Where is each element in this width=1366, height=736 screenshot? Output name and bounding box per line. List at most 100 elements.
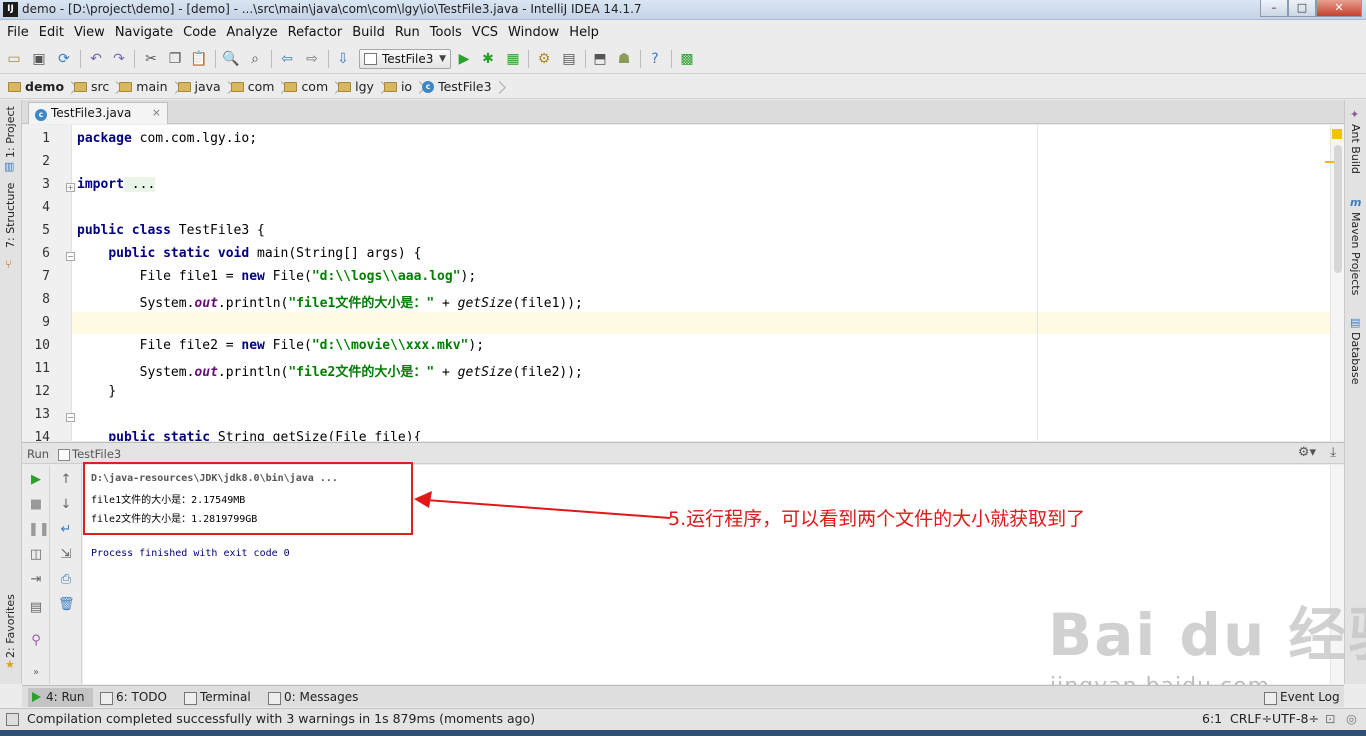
sdk-manager-icon[interactable]: ⬒ <box>591 50 609 68</box>
chevron-down-icon: ▼ <box>439 54 446 64</box>
crumb-com-2[interactable]: com <box>284 79 334 94</box>
editor-scrollbar[interactable] <box>1325 125 1344 441</box>
tool-window-structure[interactable]: 7: Structure <box>4 183 17 248</box>
run-config-select[interactable]: TestFile3 ▼ <box>359 49 451 69</box>
line-number: 5 <box>42 223 50 238</box>
crumb-main[interactable]: main <box>119 79 173 94</box>
crumb-com[interactable]: com <box>230 79 281 94</box>
rerun-icon[interactable]: ▶ <box>28 472 44 488</box>
close-tab-icon[interactable]: × <box>152 103 161 123</box>
tool-window-favorites[interactable]: 2: Favorites <box>4 594 17 658</box>
crumb-lgy[interactable]: lgy <box>338 79 380 94</box>
redo-icon[interactable]: ↷ <box>110 50 128 68</box>
back-icon[interactable]: ⇦ <box>278 50 296 68</box>
project-structure-icon[interactable]: ▤ <box>560 50 578 68</box>
line-separator[interactable]: CRLF÷ <box>1230 711 1272 726</box>
close-window-button[interactable]: ✕ <box>1316 0 1362 17</box>
structure-icon: ⑂ <box>5 258 12 271</box>
menu-tools[interactable]: Tools <box>425 25 467 40</box>
file-encoding[interactable]: UTF-8÷ <box>1272 711 1319 726</box>
crumb-testfile3[interactable]: c TestFile3 <box>422 79 498 94</box>
menu-code[interactable]: Code <box>178 25 221 40</box>
menu-window[interactable]: Window <box>503 25 564 40</box>
make-project-icon[interactable]: ⇩ <box>334 50 352 68</box>
replace-icon[interactable]: ⌕ <box>246 50 264 68</box>
crumb-java[interactable]: java <box>177 79 227 94</box>
warning-marker-icon[interactable] <box>1332 129 1342 139</box>
tool-window-ant-build[interactable]: Ant Build <box>1349 124 1362 174</box>
save-icon[interactable]: ▣ <box>30 50 48 68</box>
soft-wrap-icon[interactable]: ↵ <box>58 522 74 538</box>
tab-messages[interactable]: 0: Messages <box>266 688 358 707</box>
inspection-icon[interactable]: ◎ <box>1346 711 1357 726</box>
menu-refactor[interactable]: Refactor <box>283 25 348 40</box>
code-editor[interactable]: 1 2 3 4 5 6 7 8 9 10 11 12 13 14 15 + − … <box>22 125 1344 441</box>
run-tab-testfile3[interactable]: TestFile3 <box>56 445 127 463</box>
tab-event-log[interactable]: Event Log <box>1262 688 1340 707</box>
settings-icon[interactable]: ⚙ <box>535 50 553 68</box>
tool-window-maven-projects[interactable]: Maven Projects <box>1349 212 1362 295</box>
status-message: Compilation completed successfully with … <box>27 711 536 726</box>
fold-expand-icon[interactable]: + <box>66 183 75 192</box>
stop-icon[interactable]: ■ <box>28 497 44 513</box>
tab-testfile3-java[interactable]: c TestFile3.java × <box>28 102 168 124</box>
run-panel-header: Run TestFile3 ⚙▾ ⤓ <box>22 442 1344 464</box>
find-icon[interactable]: 🔍 <box>222 50 240 68</box>
lock-icon[interactable]: ⊡ <box>1325 711 1335 726</box>
forward-icon[interactable]: ⇨ <box>303 50 321 68</box>
menu-edit[interactable]: Edit <box>34 25 69 40</box>
open-folder-icon[interactable]: ▭ <box>5 50 23 68</box>
menu-analyze[interactable]: Analyze <box>221 25 282 40</box>
menu-help[interactable]: Help <box>564 25 604 40</box>
menu-file[interactable]: File <box>2 25 34 40</box>
sync-icon[interactable]: ⟳ <box>55 50 73 68</box>
help-icon[interactable]: ? <box>646 50 664 68</box>
tab-todo[interactable]: 6: TODO <box>98 688 167 707</box>
up-arrow-icon[interactable]: ↑ <box>58 472 74 488</box>
menu-vcs[interactable]: VCS <box>467 25 503 40</box>
more-icon[interactable]: » <box>28 665 44 681</box>
line-number: 14 <box>34 430 50 441</box>
tasks-icon[interactable]: ▩ <box>678 50 696 68</box>
clear-all-icon[interactable]: 🗑 <box>58 597 75 613</box>
maximize-button[interactable]: □ <box>1288 0 1316 17</box>
fold-collapse-icon[interactable]: − <box>66 252 75 261</box>
tool-window-project[interactable]: 1: Project <box>4 106 17 158</box>
menu-run[interactable]: Run <box>390 25 425 40</box>
crumb-demo[interactable]: demo <box>8 79 70 94</box>
cut-icon[interactable]: ✂ <box>142 50 160 68</box>
paste-icon[interactable]: 📋 <box>190 50 208 68</box>
caret-position[interactable]: 6:1 <box>1202 711 1222 726</box>
fold-collapse-icon[interactable]: − <box>66 413 75 422</box>
tool-window-database[interactable]: Database <box>1349 332 1362 385</box>
run-icon[interactable]: ▶ <box>455 50 473 68</box>
scroll-to-end-icon[interactable]: ⇲ <box>58 547 74 563</box>
folder-icon <box>177 81 191 92</box>
crumb-src[interactable]: src <box>74 79 115 94</box>
hide-panel-icon[interactable]: ⤓ <box>1330 445 1336 460</box>
android-icon[interactable]: ☗ <box>615 50 633 68</box>
pin-icon[interactable]: ⚲ <box>28 633 44 649</box>
copy-icon[interactable]: ❐ <box>166 50 184 68</box>
pause-icon[interactable]: ❚❚ <box>28 522 50 538</box>
menu-navigate[interactable]: Navigate <box>110 25 178 40</box>
debug-icon[interactable]: ✱ <box>479 50 497 68</box>
tab-terminal[interactable]: Terminal <box>182 688 251 707</box>
tool-windows-toggle-icon[interactable] <box>6 713 19 726</box>
scrollbar-thumb[interactable] <box>1334 145 1342 273</box>
folder-icon <box>284 81 298 92</box>
gear-icon[interactable]: ⚙▾ <box>1298 445 1316 460</box>
dump-threads-icon[interactable]: ◫ <box>28 547 44 563</box>
coverage-icon[interactable]: ▦ <box>504 50 522 68</box>
code-line: System.out.println("file1文件的大小是：" + getS… <box>139 296 583 311</box>
crumb-io[interactable]: io <box>383 79 418 94</box>
restore-layout-icon[interactable]: ⇥ <box>28 572 44 588</box>
menu-view[interactable]: View <box>69 25 110 40</box>
print-icon[interactable]: ⎙ <box>58 572 74 588</box>
tab-run[interactable]: 4: Run <box>28 688 93 707</box>
minimize-button[interactable]: – <box>1260 0 1288 17</box>
menu-build[interactable]: Build <box>347 25 390 40</box>
down-arrow-icon[interactable]: ↓ <box>58 497 74 513</box>
undo-icon[interactable]: ↶ <box>87 50 105 68</box>
layout-icon[interactable]: ▤ <box>28 600 44 616</box>
